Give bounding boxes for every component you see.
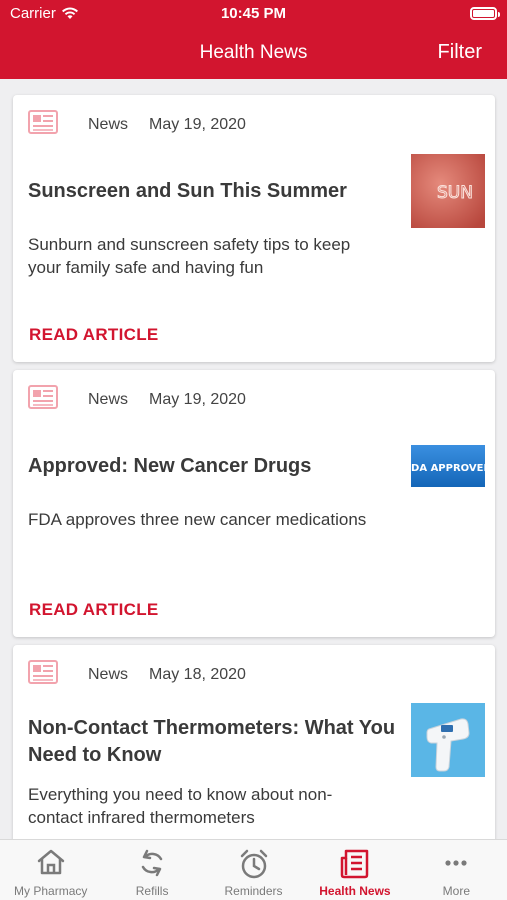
article-source: News: [88, 666, 129, 683]
article-card[interactable]: News May 18, 2020 Non-Contact Thermomete…: [13, 645, 495, 839]
article-card[interactable]: News May 19, 2020 Approved: New Cancer D…: [13, 370, 495, 637]
article-title[interactable]: Non-Contact Thermometers: What You Need …: [28, 715, 403, 769]
home-icon: [37, 849, 64, 875]
article-thumbnail[interactable]: SUN: [411, 154, 485, 228]
read-article-button[interactable]: READ ARTICLE: [29, 600, 159, 620]
newspaper-icon: [28, 660, 58, 684]
tab-my-pharmacy[interactable]: My Pharmacy: [0, 840, 101, 900]
more-dots-icon: [445, 860, 467, 866]
tab-health-news[interactable]: Health News: [304, 840, 405, 900]
read-article-button[interactable]: READ ARTICLE: [29, 325, 159, 345]
tab-bar: My Pharmacy Refills Reminders Health New…: [0, 839, 507, 900]
tab-more[interactable]: More: [406, 840, 507, 900]
tab-label: My Pharmacy: [14, 884, 88, 898]
article-card[interactable]: News May 19, 2020 Sunscreen and Sun This…: [13, 95, 495, 362]
article-list[interactable]: News May 19, 2020 Sunscreen and Sun This…: [0, 79, 507, 839]
refresh-icon: [141, 849, 163, 877]
sun-thumbnail-text: SUN: [437, 183, 473, 203]
article-summary: Everything you need to know about non-co…: [28, 785, 333, 827]
tab-label: Reminders: [224, 884, 283, 898]
tab-refills[interactable]: Refills: [101, 840, 202, 900]
page-title: Health News: [199, 42, 308, 63]
article-source: News: [88, 391, 129, 408]
battery-icon: [470, 7, 500, 20]
article-title[interactable]: Approved: New Cancer Drugs: [28, 453, 403, 480]
article-date: May 19, 2020: [149, 391, 246, 408]
status-bar: Carrier 10:45 PM: [0, 5, 507, 25]
newspaper-icon: [28, 110, 58, 134]
status-time: 10:45 PM: [220, 5, 287, 22]
tab-label: More: [442, 884, 470, 898]
alarm-clock-icon: [240, 849, 267, 879]
article-date: May 18, 2020: [149, 666, 246, 683]
filter-button[interactable]: Filter: [438, 41, 482, 64]
fda-approved-text: FDA APPROVED: [411, 463, 485, 474]
navigation-bar: Carrier 10:45 PM Health News Filter: [0, 0, 507, 79]
newspaper-icon: [340, 849, 369, 879]
article-thumbnail[interactable]: [411, 703, 485, 777]
tab-reminders[interactable]: Reminders: [203, 840, 304, 900]
article-thumbnail[interactable]: FDA APPROVED: [411, 445, 485, 487]
article-source: News: [88, 116, 129, 133]
article-date: May 19, 2020: [149, 116, 246, 133]
article-summary: FDA approves three new cancer medication…: [28, 510, 367, 529]
article-summary: Sunburn and sunscreen safety tips to kee…: [28, 235, 351, 277]
tab-label: Refills: [135, 884, 169, 898]
newspaper-icon: [28, 385, 58, 409]
thermometer-image: [411, 703, 485, 777]
article-title[interactable]: Sunscreen and Sun This Summer: [28, 178, 403, 205]
tab-label: Health News: [319, 884, 391, 898]
